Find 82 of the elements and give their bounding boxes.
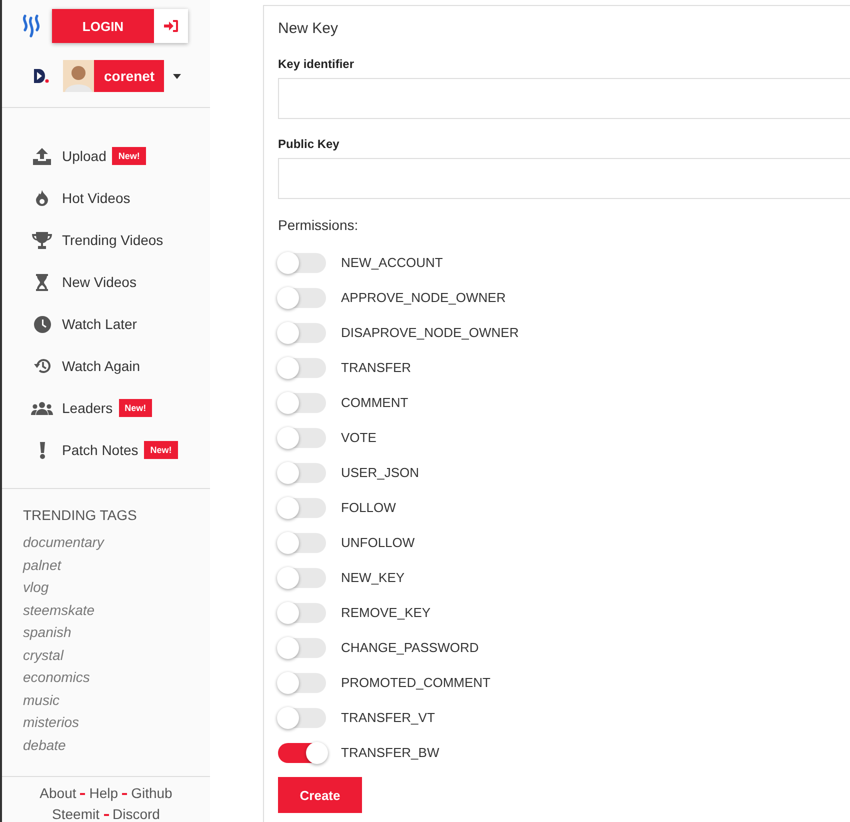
toggle-switch[interactable] — [278, 428, 326, 448]
separator-dash — [122, 792, 128, 794]
permission-label: NEW_KEY — [341, 570, 405, 585]
tag-link[interactable]: steemskate — [23, 598, 210, 621]
permission-label: APPROVE_NODE_OWNER — [341, 290, 506, 305]
new-badge: New! — [118, 399, 152, 417]
permission-label: NEW_ACCOUNT — [341, 255, 443, 270]
permission-label: DISAPROVE_NODE_OWNER — [341, 325, 519, 340]
separator-dash — [80, 792, 86, 794]
toggle-switch[interactable] — [278, 498, 326, 518]
caret-icon[interactable] — [173, 74, 181, 78]
sign-in-icon — [164, 20, 178, 32]
history-icon — [34, 358, 50, 374]
tag-link[interactable]: economics — [23, 666, 210, 688]
separator-dash — [104, 814, 108, 816]
toggle-switch[interactable] — [278, 288, 326, 308]
new-badge: New! — [144, 441, 178, 459]
permission-label: REMOVE_KEY — [341, 605, 431, 620]
footer-link[interactable]: Help — [89, 783, 118, 804]
toggle-switch[interactable] — [278, 462, 326, 482]
tag-link[interactable]: documentary — [23, 531, 210, 554]
footer-link[interactable]: About — [40, 783, 76, 804]
toggle-switch[interactable] — [278, 708, 326, 728]
toggle-switch[interactable] — [278, 392, 326, 412]
tag-link[interactable]: music — [23, 688, 210, 711]
toggle-switch[interactable] — [278, 638, 326, 658]
permission-label: FOLLOW — [341, 500, 396, 515]
permission-label: USER_JSON — [341, 465, 420, 480]
menu-item[interactable]: Hot Videos — [2, 177, 210, 219]
footer-link[interactable]: Discord — [112, 804, 160, 822]
permission-label: TRANSFER — [341, 360, 412, 375]
footer-link[interactable]: Github — [131, 783, 172, 804]
field-label: Key identifier — [278, 57, 356, 71]
toggle-switch[interactable] — [278, 322, 326, 342]
toggle-switch[interactable] — [278, 568, 326, 588]
users-icon — [31, 402, 53, 414]
toggle-switch[interactable] — [278, 532, 326, 552]
create-button[interactable]: Create — [278, 777, 362, 813]
input-field[interactable] — [278, 158, 850, 199]
tag-link[interactable]: misterios — [23, 711, 210, 734]
steem-logo-icon — [21, 14, 41, 38]
toggle-switch[interactable] — [278, 358, 326, 378]
tag-link[interactable]: crystal — [23, 644, 210, 666]
section-heading: TRENDING TAGS — [23, 507, 138, 523]
avatar[interactable] — [63, 60, 94, 92]
toggle-switch[interactable] — [278, 672, 326, 692]
permission-label: TRANSFER_VT — [341, 710, 435, 725]
exclamation-icon — [40, 442, 44, 458]
toggle-switch[interactable] — [278, 742, 326, 762]
menu-item[interactable]: Leaders New! — [2, 387, 210, 429]
menu-item[interactable]: Watch Later — [2, 303, 210, 345]
tag-link[interactable]: spanish — [23, 621, 210, 644]
section-label: Permissions: — [278, 217, 360, 233]
tag-link[interactable]: debate — [23, 734, 210, 756]
menu-item[interactable]: Trending Videos — [2, 219, 210, 261]
card-title: New Key — [278, 20, 340, 37]
login-button[interactable]: LOGIN — [52, 9, 188, 43]
menu-item[interactable]: New Videos — [2, 261, 210, 303]
dtube-logo-icon — [34, 69, 50, 83]
toggle-switch[interactable] — [278, 602, 326, 622]
permission-label: CHANGE_PASSWORD — [341, 640, 479, 655]
input-field[interactable] — [278, 78, 850, 119]
new-badge: New! — [112, 147, 146, 165]
permission-label: PROMOTED_COMMENT — [341, 675, 490, 690]
menu-item[interactable]: Upload New! — [2, 135, 210, 177]
footer-link[interactable]: Steemit — [52, 804, 100, 822]
upload-icon — [33, 148, 51, 164]
permission-label: UNFOLLOW — [341, 535, 415, 550]
clock-icon — [34, 316, 50, 332]
menu-item[interactable]: Patch Notes New! — [2, 429, 210, 471]
username[interactable]: corenet — [94, 60, 164, 92]
permission-label: VOTE — [341, 430, 376, 445]
field-label: Public Key — [278, 137, 340, 151]
permission-label: TRANSFER_BW — [341, 745, 440, 760]
tag-link[interactable]: palnet — [23, 554, 210, 576]
tag-link[interactable]: vlog — [23, 576, 210, 598]
permission-label: COMMENT — [341, 395, 408, 410]
trophy-icon — [32, 232, 52, 248]
toggle-switch[interactable] — [278, 252, 326, 272]
menu-item[interactable]: Watch Again — [2, 345, 210, 387]
hourglass-icon — [36, 274, 48, 290]
flame-icon — [36, 190, 48, 206]
